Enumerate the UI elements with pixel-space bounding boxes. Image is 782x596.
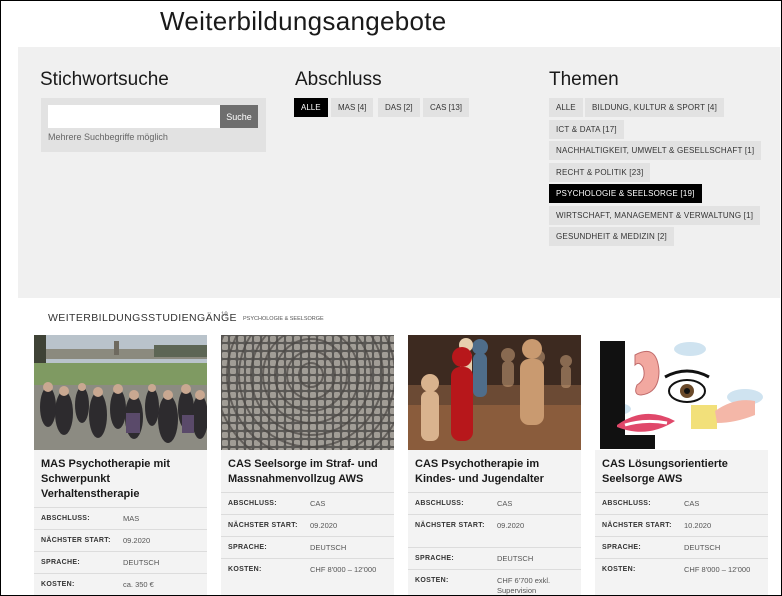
themen-filter-nachhaltigkeit[interactable]: Nachhaltigkeit, Umwelt & Gesellschaft [1…	[549, 141, 762, 160]
info-label: Abschluss:	[602, 500, 651, 507]
info-row-start: Nächster Start: 09.2020	[34, 529, 207, 545]
info-label: Sprache:	[602, 544, 641, 551]
info-label: Kosten:	[228, 566, 262, 573]
info-row-kosten: Kosten: CHF 8'000 – 12'000	[595, 558, 768, 574]
abschluss-filter-cas[interactable]: CAS [13]	[423, 98, 470, 117]
info-row-start: Nächster Start: 10.2020	[595, 514, 768, 530]
info-label: Kosten:	[41, 581, 75, 588]
info-value: MAS	[123, 514, 140, 523]
page: Weiterbildungsangebote Stichwortsuche Su…	[0, 0, 782, 596]
info-label: Nächster Start:	[415, 522, 485, 529]
themen-filter-wirtschaft[interactable]: Wirtschaft, Management & Verwaltung [1]	[549, 206, 761, 225]
info-value: DEUTSCH	[497, 554, 534, 563]
info-row-sprache: Sprache: DEUTSCH	[408, 547, 581, 563]
crowd-photo	[34, 335, 207, 450]
info-label: Sprache:	[415, 555, 454, 562]
info-label: Abschluss:	[41, 515, 90, 522]
search-button[interactable]: Suche	[220, 105, 258, 128]
info-label: Nächster Start:	[228, 522, 298, 529]
search-title: Stichwortsuche	[40, 69, 169, 90]
themen-filter-bildung[interactable]: Bildung, Kultur & Sport [4]	[585, 98, 724, 117]
info-row-start: Nächster Start: 09.2020	[221, 514, 394, 530]
course-title: CAS Lösungsorientierte Seelsorge AWS	[602, 458, 728, 485]
info-label: Kosten:	[415, 577, 449, 584]
info-value: ca. 350 €	[123, 580, 154, 589]
info-value: 10.2020	[684, 521, 712, 530]
face-illustration	[595, 335, 768, 450]
page-title: Weiterbildungsangebote	[160, 6, 447, 36]
info-value: DEUTSCH	[310, 543, 347, 552]
info-row-sprache: Sprache: DEUTSCH	[595, 536, 768, 552]
info-row-sprache: Sprache: DEUTSCH	[221, 536, 394, 552]
info-row-start: Nächster Start: 09.2020	[408, 514, 581, 530]
wooden-figures-photo	[408, 335, 581, 450]
course-title: CAS Psychotherapie im Kindes- und Jugend…	[415, 458, 544, 485]
themen-filter-recht[interactable]: Recht & Politik [23]	[549, 163, 651, 182]
info-value: 09.2020	[123, 536, 151, 545]
info-row-abschluss: Abschluss: MAS	[34, 507, 207, 523]
info-value: CHF 8'000 – 12'000	[684, 565, 751, 574]
info-row-kosten: Kosten: CHF 6'700 exkl. Supervision	[408, 569, 581, 595]
filter-panel: Stichwortsuche Suche Mehrere Suchbegriff…	[18, 47, 780, 298]
info-value: CAS	[497, 499, 513, 508]
results-heading: Weiterbildungsstudiengänge	[48, 312, 237, 324]
course-card[interactable]: CAS Seelsorge im Straf- und Massnahmenvo…	[221, 335, 394, 595]
abschluss-filter-mas[interactable]: MAS [4]	[331, 98, 374, 117]
info-value: CHF 6'700 exkl. Supervision	[497, 576, 551, 595]
info-value: DEUTSCH	[123, 558, 160, 567]
info-label: Nächster Start:	[602, 522, 672, 529]
abschluss-filter-alle[interactable]: ALLE	[294, 98, 328, 117]
info-row-abschluss: Abschluss: CAS	[408, 492, 581, 508]
info-label: Abschluss:	[415, 500, 464, 507]
themen-filter-psychologie[interactable]: Psychologie & Seelsorge [19]	[549, 184, 702, 203]
course-card[interactable]: MAS Psychotherapie mit Schwerpunkt Verha…	[34, 335, 207, 595]
themen-filter-alle[interactable]: ALLE	[549, 98, 583, 117]
search-box: Suche Mehrere Suchbegriffe möglich	[41, 98, 266, 152]
info-row-sprache: Sprache: DEUTSCH	[34, 551, 207, 567]
info-value: CHF 8'000 – 12'000	[310, 565, 377, 574]
course-card[interactable]: CAS Psychotherapie im Kindes- und Jugend…	[408, 335, 581, 595]
info-value: CAS	[310, 499, 326, 508]
themen-title: Themen	[549, 69, 619, 90]
cobblestone-photo	[221, 335, 394, 450]
search-input[interactable]	[48, 105, 221, 128]
results-count: 19	[221, 312, 228, 318]
themen-filter-gesundheit[interactable]: Gesundheit & Medizin [2]	[549, 227, 674, 246]
info-value: DEUTSCH	[684, 543, 721, 552]
info-label: Kosten:	[602, 566, 636, 573]
info-row-abschluss: Abschluss: CAS	[221, 492, 394, 508]
abschluss-title: Abschluss	[295, 69, 382, 90]
info-label: Sprache:	[41, 559, 80, 566]
abschluss-filter-das[interactable]: DAS [2]	[378, 98, 420, 117]
course-card[interactable]: CAS Lösungsorientierte Seelsorge AWS Abs…	[595, 335, 768, 595]
info-row-kosten: Kosten: CHF 8'000 – 12'000	[221, 558, 394, 574]
info-row-abschluss: Abschluss: CAS	[595, 492, 768, 508]
info-label: Nächster Start:	[41, 537, 111, 544]
info-label: Sprache:	[228, 544, 267, 551]
course-title: CAS Seelsorge im Straf- und Massnahmenvo…	[228, 458, 378, 485]
info-label: Abschluss:	[228, 500, 277, 507]
info-value: CAS	[684, 499, 700, 508]
course-title: MAS Psychotherapie mit Schwerpunkt Verha…	[41, 458, 170, 500]
info-value: 09.2020	[310, 521, 338, 530]
search-hint: Mehrere Suchbegriffe möglich	[48, 132, 168, 142]
info-value: 09.2020	[497, 521, 525, 530]
results-topic: Psychologie & Seelsorge	[243, 316, 324, 322]
themen-filter-ict[interactable]: ICT & Data [17]	[549, 120, 624, 139]
info-row-kosten: Kosten: ca. 350 €	[34, 573, 207, 589]
